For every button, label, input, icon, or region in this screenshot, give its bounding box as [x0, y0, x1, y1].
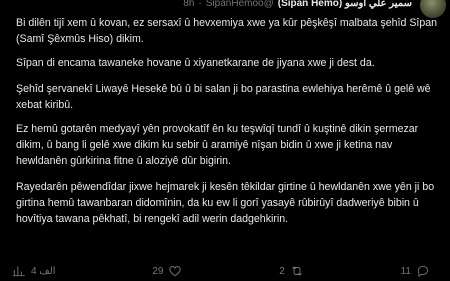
- heart-icon: [168, 264, 182, 278]
- likes-count: 29: [152, 265, 164, 277]
- tweet-paragraph: Sîpan di encama tawaneke hovane û xiyane…: [16, 57, 375, 69]
- retweets-count: 2: [279, 265, 285, 277]
- author-handle[interactable]: SipanHemoo@: [206, 0, 274, 9]
- tweet-text: Bi dilên tijî xem û kovan, ez sersaxî û …: [16, 15, 440, 237]
- author-name[interactable]: (Sîpan Hemo) سمير علي آوسو: [278, 0, 412, 9]
- separator-dot: ·: [198, 0, 202, 9]
- retweet-button[interactable]: 2: [279, 264, 304, 278]
- tweet-paragraph: Bi dilên tijî xem û kovan, ez sersaxî û …: [16, 17, 438, 45]
- views-button[interactable]: 4 الف: [12, 264, 56, 278]
- like-button[interactable]: 29: [152, 264, 182, 278]
- replies-count: 11: [400, 265, 411, 277]
- views-count: 4 الف: [31, 265, 56, 277]
- retweet-icon: [290, 264, 304, 278]
- tweet-actions: 4 الف 29 2 11: [0, 262, 450, 280]
- reply-button[interactable]: 11: [401, 264, 430, 278]
- tweet-header: 8h · SipanHemoo@ (Sîpan Hemo) سمير علي آ…: [0, 0, 450, 12]
- tweet-paragraph: Şehîd şervanekî Liwayê Hesekê bû û bi sa…: [16, 83, 431, 111]
- tweet-paragraph: Rayedarên pêwendîdar jixwe hejmarek ji k…: [16, 181, 435, 225]
- chart-icon: [12, 264, 26, 278]
- tweet-paragraph: Ez hemû gotarên medyayî yên provokatîf ê…: [16, 123, 419, 167]
- tweet-time[interactable]: 8h: [183, 0, 194, 9]
- reply-icon: [416, 264, 430, 278]
